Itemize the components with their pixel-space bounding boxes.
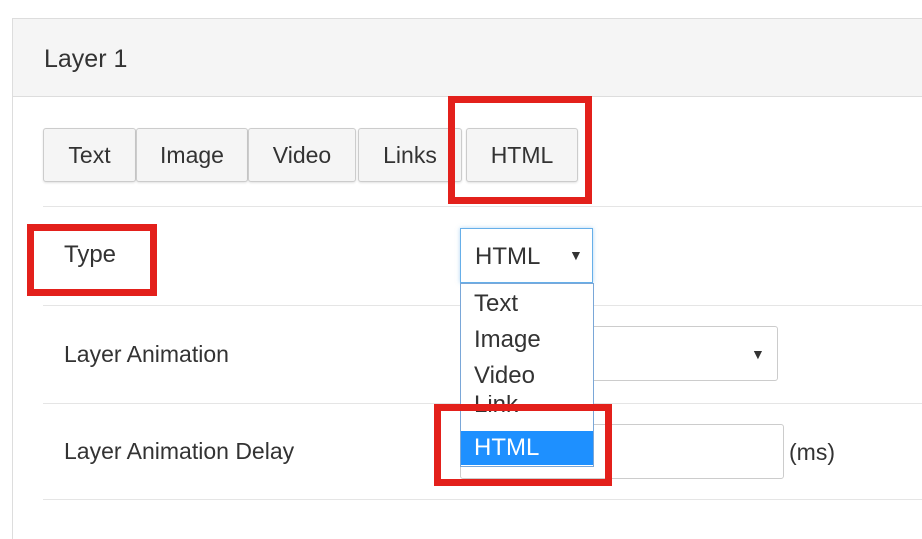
annotation-box-html-option: [434, 404, 612, 486]
tab-image-label: Image: [160, 141, 224, 168]
layer-animation-label: Layer Animation: [64, 341, 229, 367]
divider: [43, 499, 922, 500]
tab-video-label: Video: [272, 141, 332, 168]
type-select[interactable]: HTML ▼: [460, 228, 593, 283]
chevron-down-icon: ▼: [569, 247, 583, 263]
tab-text[interactable]: Text: [43, 128, 136, 182]
annotation-box-html-tab: [448, 96, 592, 204]
tab-text-label: Text: [68, 141, 111, 168]
annotation-box-type-label: [27, 224, 157, 296]
tab-video[interactable]: Video: [248, 128, 356, 182]
tab-links[interactable]: Links: [358, 128, 462, 182]
delay-unit: (ms): [789, 439, 835, 465]
panel-heading: Layer 1: [13, 19, 922, 97]
type-option-video[interactable]: Video: [461, 359, 593, 393]
type-select-value: HTML: [475, 243, 541, 270]
tab-links-label: Links: [383, 141, 437, 168]
divider: [43, 206, 922, 207]
type-option-text[interactable]: Text: [461, 287, 593, 321]
type-option-image[interactable]: Image: [461, 323, 593, 357]
chevron-down-icon: ▼: [751, 346, 765, 362]
layer-animation-delay-label: Layer Animation Delay: [64, 438, 295, 464]
tab-image[interactable]: Image: [136, 128, 248, 182]
panel-title: Layer 1: [44, 45, 128, 73]
